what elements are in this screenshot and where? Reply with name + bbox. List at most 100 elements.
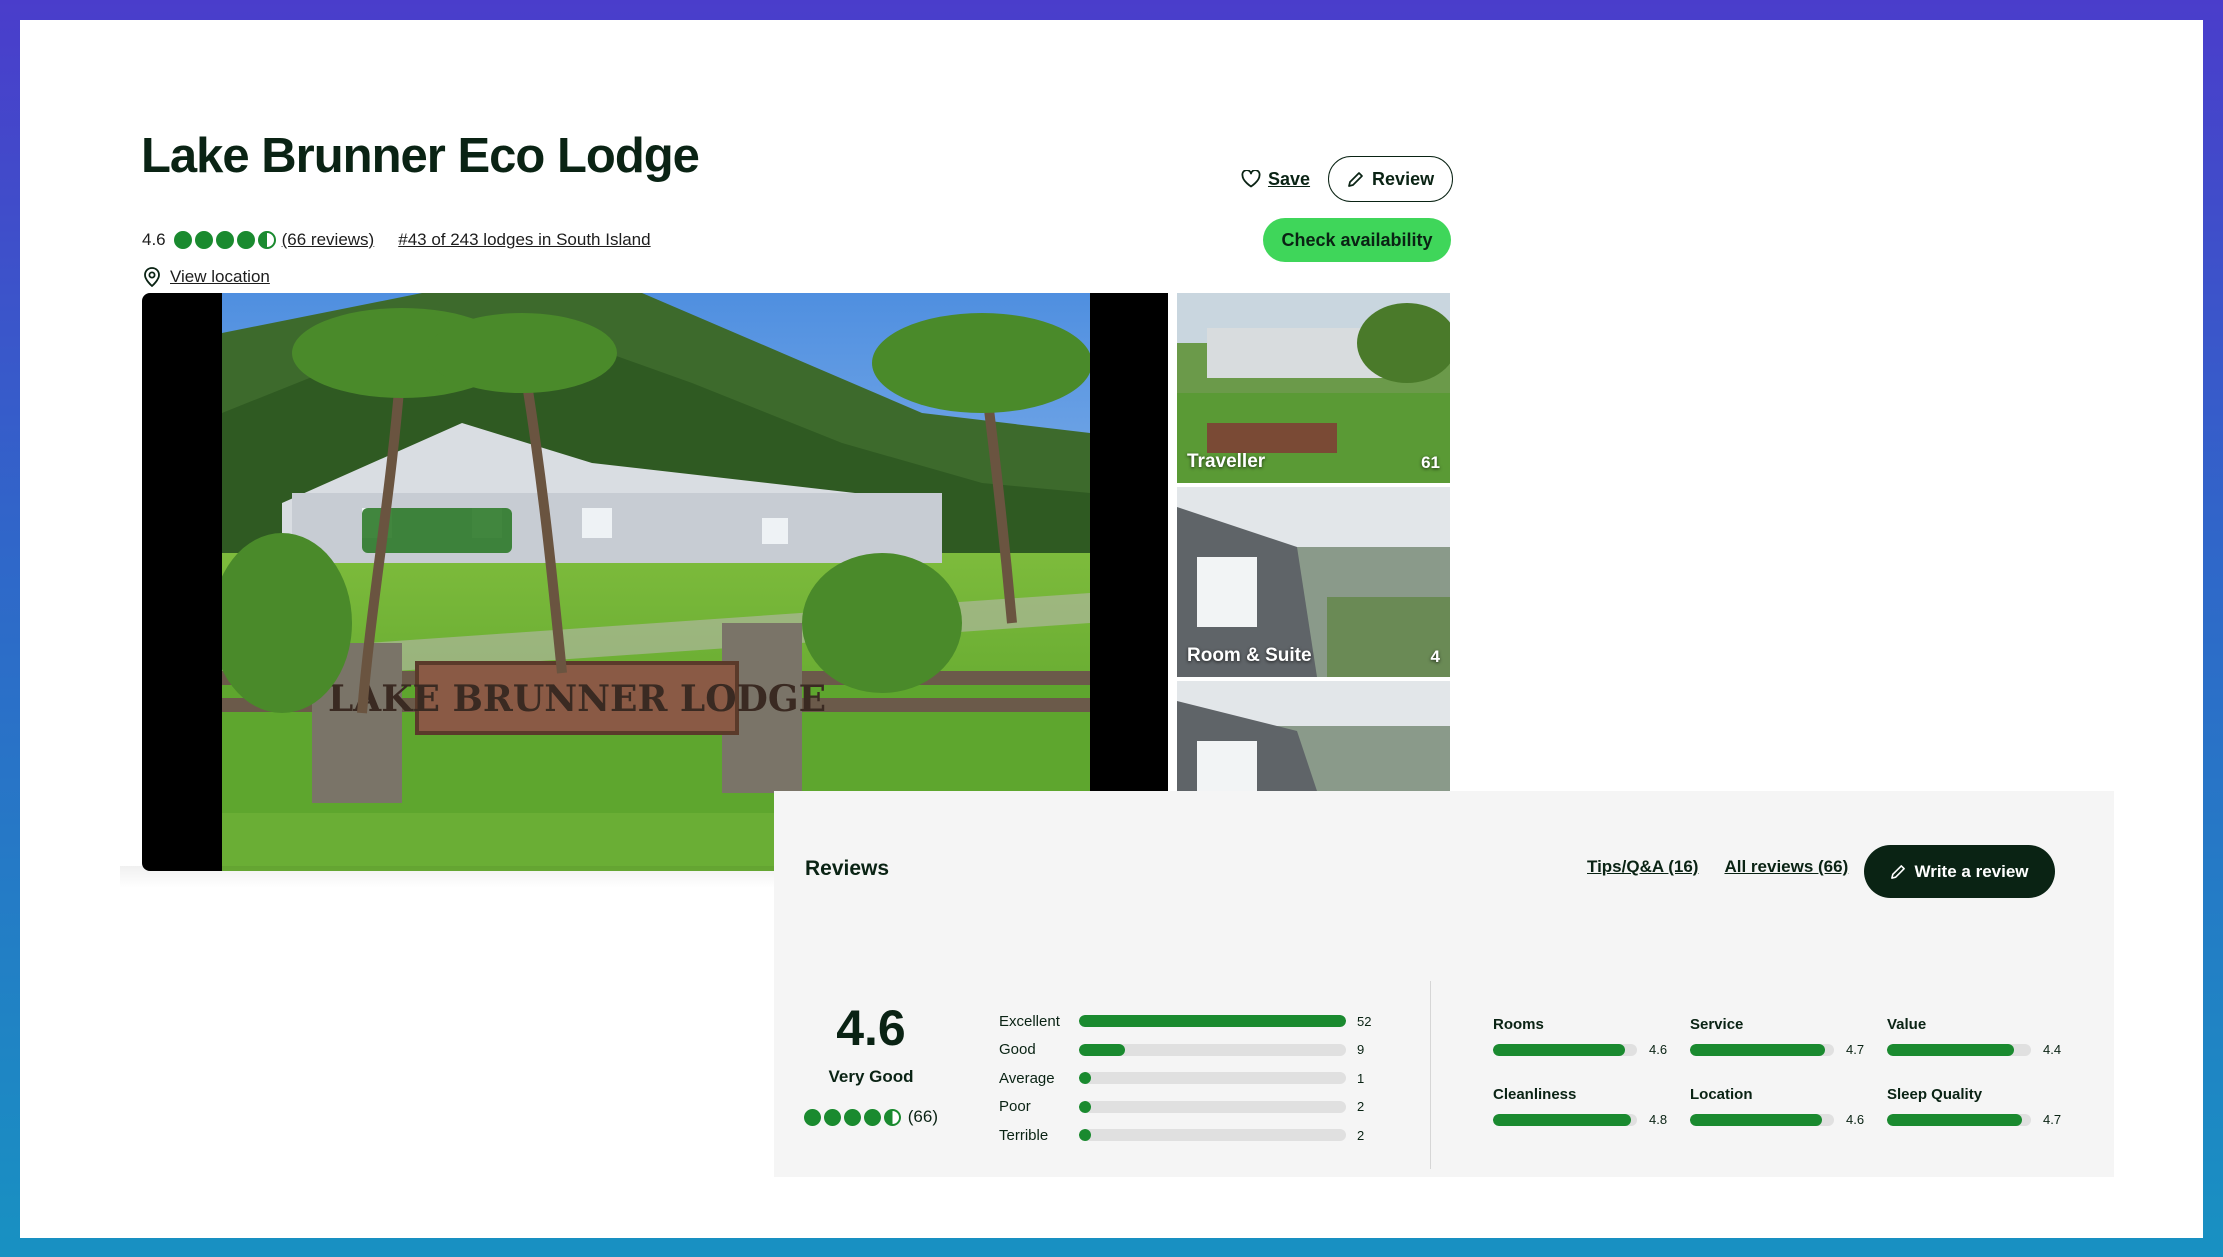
- subrating-name: Value: [1887, 1016, 1927, 1033]
- extra-photo: [1177, 681, 1450, 791]
- bubble-icon: [194, 231, 213, 249]
- subrating-value: Value 4.4: [1887, 1016, 2067, 1057]
- hero-shadow: [120, 866, 820, 888]
- subrating-bar-fill: [1887, 1113, 2023, 1126]
- overall-score: 4.6: [836, 1000, 906, 1056]
- subrating-bar-row: 4.6: [1690, 1112, 1870, 1127]
- distribution-label: Average: [999, 1069, 1055, 1087]
- subrating-bar-fill: [1493, 1043, 1626, 1056]
- subrating-name: Cleanliness: [1493, 1086, 1577, 1103]
- subrating-bar-fill: [1690, 1043, 1826, 1056]
- subrating-bar: [1887, 1043, 2031, 1056]
- subrating-bar-row: 4.6: [1493, 1042, 1673, 1057]
- subrating-name: Location: [1690, 1086, 1753, 1103]
- thumb-room-suite[interactable]: Room & Suite 4: [1177, 487, 1450, 677]
- distribution-row[interactable]: Excellent 52: [999, 1007, 1371, 1036]
- pencil-icon: [1348, 171, 1363, 187]
- view-location-link[interactable]: View location: [170, 267, 270, 287]
- distribution-row[interactable]: Terrible 2: [999, 1121, 1371, 1150]
- distribution-bar: [1079, 1043, 1346, 1056]
- write-review-label: Write a review: [1914, 861, 2029, 881]
- bubble-icon: [823, 1108, 841, 1126]
- half-bubble-icon: [257, 231, 276, 249]
- distribution-row[interactable]: Good 9: [999, 1036, 1371, 1065]
- lodge-photo: LAKE BRUNNER LODGE: [222, 293, 1090, 871]
- subrating-bar: [1887, 1113, 2031, 1126]
- review-button[interactable]: Review: [1328, 156, 1454, 202]
- subrating-bar-row: 4.7: [1887, 1112, 2067, 1127]
- tips-qa-link[interactable]: Tips/Q&A (16): [1587, 857, 1698, 877]
- reviews-count-link[interactable]: (66 reviews): [282, 230, 375, 250]
- distribution-bar-fill: [1079, 1100, 1091, 1113]
- half-bubble-icon: [883, 1108, 901, 1126]
- subrating-name: Sleep Quality: [1887, 1086, 1983, 1103]
- subrating-name: Rooms: [1493, 1016, 1544, 1033]
- bubble-icon: [173, 231, 192, 249]
- subrating-value: 4.7: [2043, 1112, 2062, 1127]
- rating-distribution: Excellent 52 Good 9 Average 1 Poor 2 Terrible 2: [999, 1007, 1371, 1150]
- distribution-bar: [1079, 1129, 1346, 1142]
- distribution-bar: [1079, 1072, 1346, 1085]
- distribution-count: 52: [1357, 1013, 1372, 1029]
- distribution-row[interactable]: Poor 2: [999, 1093, 1371, 1122]
- subrating-bar-row: 4.8: [1493, 1112, 1673, 1127]
- distribution-count: 2: [1357, 1099, 1365, 1115]
- subrating-bar: [1690, 1043, 1834, 1056]
- subrating-service: Service 4.7: [1690, 1016, 1870, 1057]
- rating-row: 4.6 (66 reviews) #43 of 243 lodges in So…: [142, 227, 651, 253]
- distribution-bar-fill: [1079, 1015, 1346, 1028]
- hero-photo[interactable]: LAKE BRUNNER LODGE: [142, 293, 1168, 871]
- distribution-label: Good: [999, 1041, 1036, 1059]
- distribution-row[interactable]: Average 1: [999, 1064, 1371, 1093]
- reviews-panel: Reviews Tips/Q&A (16) All reviews (66) W…: [774, 791, 2114, 1177]
- overall-word: Very Good: [828, 1067, 914, 1086]
- overall-bubbles: (66): [804, 1107, 938, 1127]
- page-frame: Lake Brunner Eco Lodge 4.6 (66 reviews) …: [20, 20, 2203, 1238]
- distribution-count: 1: [1357, 1070, 1365, 1086]
- subrating-cleanliness: Cleanliness 4.8: [1493, 1086, 1673, 1127]
- map-pin-icon: [144, 267, 160, 287]
- subrating-bar: [1493, 1043, 1637, 1056]
- thumb-traveller[interactable]: Traveller 61: [1177, 293, 1450, 483]
- divider: [1430, 981, 1431, 1169]
- distribution-bar: [1079, 1100, 1346, 1113]
- thumb-label: Traveller: [1187, 451, 1266, 472]
- subrating-name: Service: [1690, 1016, 1744, 1033]
- save-button[interactable]: Save: [1241, 169, 1310, 190]
- heart-icon: [1241, 170, 1261, 188]
- bubble-icon: [215, 231, 234, 249]
- bubble-icon: [236, 231, 255, 249]
- page-title: Lake Brunner Eco Lodge: [141, 129, 700, 183]
- subrating-sleep-quality: Sleep Quality 4.7: [1887, 1086, 2067, 1127]
- subrating-bar-fill: [1887, 1043, 2014, 1056]
- check-availability-button[interactable]: Check availability: [1263, 218, 1451, 262]
- reviews-links: Tips/Q&A (16) All reviews (66): [1587, 857, 1848, 877]
- review-label: Review: [1372, 168, 1435, 189]
- save-label: Save: [1268, 168, 1311, 189]
- subrating-bar-row: 4.7: [1690, 1042, 1870, 1057]
- subrating-value: 4.7: [1846, 1042, 1865, 1057]
- all-reviews-link[interactable]: All reviews (66): [1724, 857, 1848, 877]
- ranking-link[interactable]: #43 of 243 lodges in South Island: [398, 230, 650, 250]
- thumb-count: 4: [1430, 647, 1440, 666]
- bubble-icon: [863, 1108, 881, 1126]
- subrating-bar: [1690, 1113, 1834, 1126]
- rating-value: 4.6: [142, 230, 166, 249]
- overall-rating: 4.6 Very Good (66): [804, 1003, 938, 1127]
- subrating-bar-row: 4.4: [1887, 1042, 2067, 1057]
- distribution-count: 9: [1357, 1042, 1365, 1058]
- subrating-bar: [1493, 1113, 1637, 1126]
- subrating-bar-fill: [1690, 1113, 1823, 1126]
- thumb-more[interactable]: [1177, 681, 1450, 791]
- location-row: View location: [143, 264, 270, 290]
- overall-count: (66): [907, 1107, 938, 1126]
- thumb-label: Room & Suite: [1187, 645, 1312, 666]
- reviews-heading: Reviews: [805, 857, 890, 880]
- write-review-button[interactable]: Write a review: [1864, 845, 2055, 898]
- distribution-bar: [1079, 1015, 1346, 1028]
- distribution-bar-fill: [1079, 1129, 1091, 1142]
- subrating-rooms: Rooms 4.6: [1493, 1016, 1673, 1057]
- distribution-bar-fill: [1079, 1072, 1091, 1085]
- subrating-value: 4.8: [1649, 1112, 1668, 1127]
- distribution-bar-fill: [1079, 1043, 1126, 1056]
